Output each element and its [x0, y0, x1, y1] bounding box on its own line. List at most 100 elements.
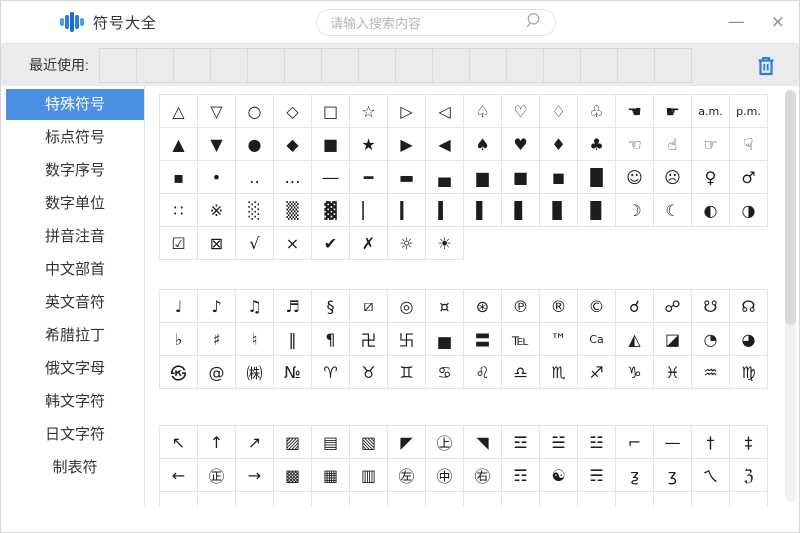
symbol-cell[interactable]: ◁: [426, 95, 464, 128]
symbol-cell[interactable]: ♎: [502, 356, 540, 389]
symbol-cell[interactable]: ▽: [198, 95, 236, 128]
symbol-cell[interactable]: ◐: [692, 194, 730, 227]
symbol-cell[interactable]: 卐: [388, 323, 426, 356]
symbol-cell[interactable]: ▨: [274, 426, 312, 459]
symbol-cell[interactable]: ◔: [692, 323, 730, 356]
symbol-cell[interactable]: p.m.: [730, 95, 768, 128]
symbol-cell[interactable]: ▉: [578, 194, 616, 227]
symbol-cell[interactable]: [426, 492, 464, 506]
symbol-cell[interactable]: @: [198, 356, 236, 389]
symbol-cell[interactable]: ☝: [654, 128, 692, 161]
symbol-cell[interactable]: ▲: [160, 128, 198, 161]
symbol-cell[interactable]: ‖: [274, 323, 312, 356]
symbol-cell[interactable]: ◕: [730, 323, 768, 356]
symbol-cell[interactable]: ©: [578, 290, 616, 323]
symbol-cell[interactable]: a.m.: [692, 95, 730, 128]
scrollbar[interactable]: [785, 90, 796, 502]
symbol-cell[interactable]: ▒: [274, 194, 312, 227]
symbol-cell[interactable]: ♥: [502, 128, 540, 161]
symbol-cell[interactable]: ♈: [312, 356, 350, 389]
symbol-cell[interactable]: ®: [540, 290, 578, 323]
symbol-cell[interactable]: ■: [312, 128, 350, 161]
symbol-cell[interactable]: [312, 492, 350, 506]
symbol-cell[interactable]: ◤: [388, 426, 426, 459]
symbol-cell[interactable]: ☍: [654, 290, 692, 323]
sidebar-item[interactable]: 数字序号: [6, 155, 144, 186]
symbol-cell[interactable]: ▶: [388, 128, 426, 161]
symbol-cell[interactable]: [388, 492, 426, 506]
symbol-cell[interactable]: ☞: [692, 128, 730, 161]
symbol-cell[interactable]: ◀: [426, 128, 464, 161]
symbol-cell[interactable]: ◥: [464, 426, 502, 459]
symbol-cell[interactable]: ♪: [198, 290, 236, 323]
symbol-cell[interactable]: №: [274, 356, 312, 389]
symbol-cell[interactable]: ※: [198, 194, 236, 227]
symbol-cell[interactable]: ✔: [312, 227, 350, 260]
symbol-cell[interactable]: [274, 492, 312, 506]
symbol-cell[interactable]: △: [160, 95, 198, 128]
sidebar-item[interactable]: 希腊拉丁: [6, 320, 144, 351]
symbol-cell[interactable]: [198, 492, 236, 506]
magnifier-icon[interactable]: [525, 12, 542, 34]
symbol-cell[interactable]: ¶: [312, 323, 350, 356]
sidebar-item[interactable]: 日文字符: [6, 419, 144, 450]
symbol-cell[interactable]: [160, 492, 198, 506]
symbol-cell[interactable]: ◑: [730, 194, 768, 227]
symbol-cell[interactable]: ☟: [730, 128, 768, 161]
symbol-cell[interactable]: ⊛: [464, 290, 502, 323]
symbol-cell[interactable]: ⧄: [350, 290, 388, 323]
symbol-cell[interactable]: ☶: [502, 459, 540, 492]
symbol-cell[interactable]: ㈱: [236, 356, 274, 389]
symbol-cell[interactable]: ℡: [502, 323, 540, 356]
symbol-cell[interactable]: ♣: [578, 128, 616, 161]
symbol-cell[interactable]: √: [236, 227, 274, 260]
symbol-cell[interactable]: ▊: [540, 194, 578, 227]
symbol-cell[interactable]: ¤: [426, 290, 464, 323]
symbol-cell[interactable]: ♭: [160, 323, 198, 356]
symbol-cell[interactable]: ℗: [502, 290, 540, 323]
symbol-cell[interactable]: ∷: [160, 194, 198, 227]
symbol-cell[interactable]: [578, 492, 616, 506]
symbol-cell[interactable]: □: [312, 95, 350, 128]
scrollbar-thumb[interactable]: [785, 90, 796, 325]
symbol-cell[interactable]: ☚: [616, 95, 654, 128]
symbol-cell[interactable]: ☱: [540, 426, 578, 459]
symbol-cell[interactable]: ━: [350, 161, 388, 194]
symbol-cell[interactable]: ♑: [616, 356, 654, 389]
symbol-cell[interactable]: ◼: [540, 161, 578, 194]
symbol-cell[interactable]: ♮: [236, 323, 274, 356]
symbol-cell[interactable]: [464, 492, 502, 506]
symbol-cell[interactable]: ♤: [464, 95, 502, 128]
symbol-cell[interactable]: ♡: [502, 95, 540, 128]
symbol-cell[interactable]: ―: [312, 161, 350, 194]
symbol-cell[interactable]: [350, 492, 388, 506]
symbol-cell[interactable]: ☜: [616, 128, 654, 161]
symbol-cell[interactable]: ㊥: [426, 459, 464, 492]
symbol-cell[interactable]: ™: [540, 323, 578, 356]
symbol-cell[interactable]: ▋: [502, 194, 540, 227]
recent-slot[interactable]: [209, 47, 248, 83]
symbol-cell[interactable]: ↖: [160, 426, 198, 459]
symbol-cell[interactable]: ♦: [540, 128, 578, 161]
symbol-cell[interactable]: ▓: [312, 194, 350, 227]
recent-slot[interactable]: [320, 47, 359, 83]
sidebar-item[interactable]: 俄文字母: [6, 353, 144, 384]
symbol-cell[interactable]: ▤: [312, 426, 350, 459]
close-button[interactable]: ×: [771, 13, 785, 31]
symbol-cell[interactable]: ☳: [578, 426, 616, 459]
recent-slot[interactable]: [505, 47, 544, 83]
symbol-cell[interactable]: ㊧: [388, 459, 426, 492]
recent-slot[interactable]: [283, 47, 322, 83]
symbol-cell[interactable]: ☾: [654, 194, 692, 227]
symbol-cell[interactable]: [692, 492, 730, 506]
symbol-cell[interactable]: ♬: [274, 290, 312, 323]
symbol-cell[interactable]: ▎: [388, 194, 426, 227]
symbol-cell[interactable]: ♊: [388, 356, 426, 389]
recent-slot[interactable]: [172, 47, 211, 83]
sidebar-item[interactable]: 标点符号: [6, 122, 144, 153]
symbol-cell[interactable]: ▏: [350, 194, 388, 227]
symbol-cell[interactable]: █: [578, 161, 616, 194]
sidebar-item[interactable]: 特殊符号: [6, 89, 144, 120]
symbol-cell[interactable]: ░: [236, 194, 274, 227]
symbol-cell[interactable]: ℨ: [730, 459, 768, 492]
